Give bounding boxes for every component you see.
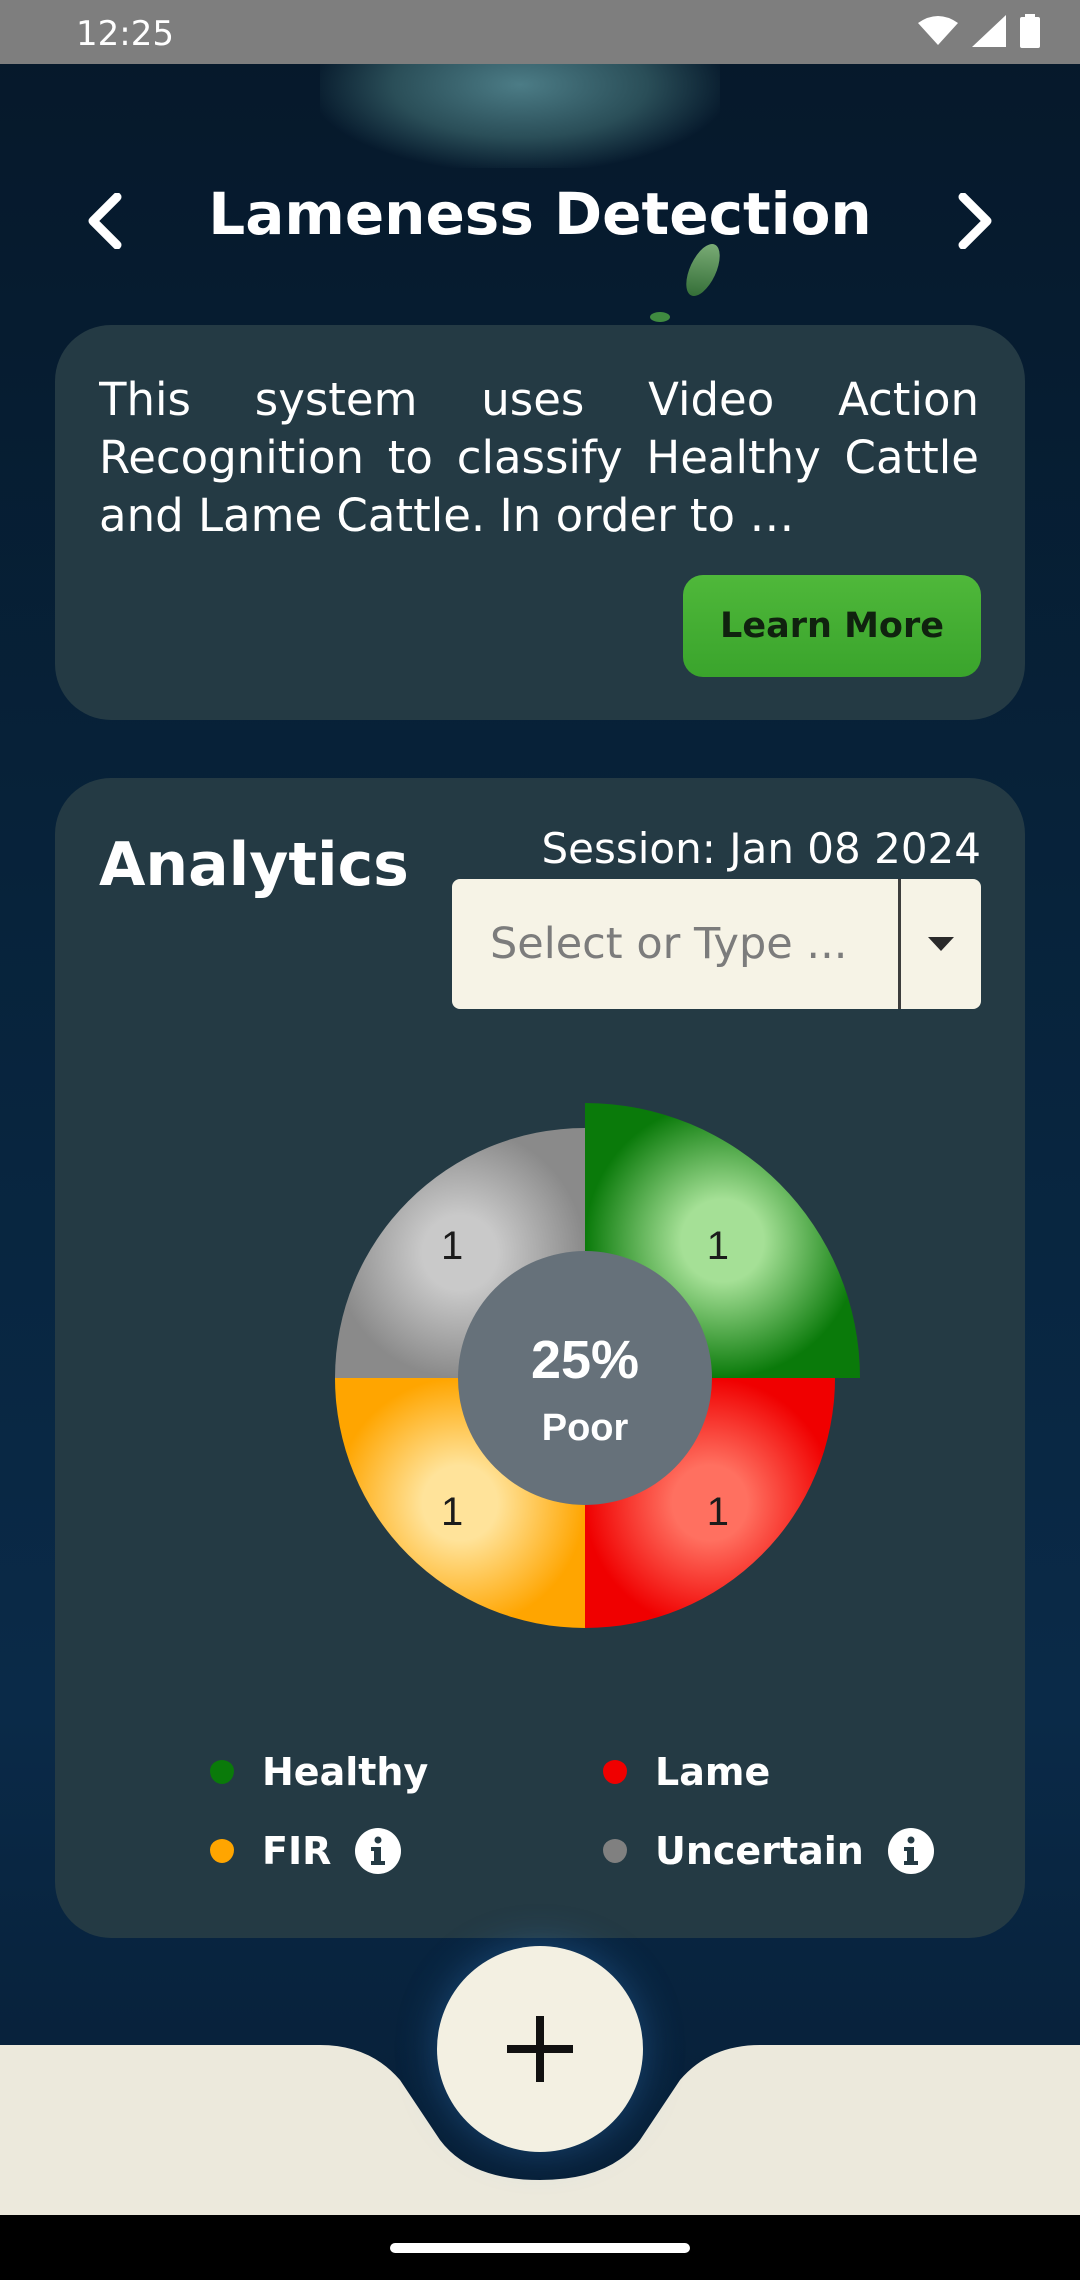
session-select[interactable]: Select or Type ... — [452, 879, 981, 1009]
analytics-title: Analytics — [99, 830, 409, 900]
legend-item-fir: FIR — [210, 1828, 402, 1874]
legend-dot — [603, 1760, 627, 1784]
learn-more-button[interactable]: Learn More — [683, 575, 981, 677]
caret-down-icon[interactable] — [901, 879, 981, 1009]
pie-value-label: 1 — [441, 1224, 463, 1268]
legend-dot — [210, 1839, 234, 1863]
center-status: Poor — [542, 1407, 629, 1449]
info-icon[interactable] — [355, 1828, 402, 1874]
analytics-card: Analytics Session: Jan 08 2024 Select or… — [55, 778, 1025, 1938]
center-percent: 25% — [531, 1330, 639, 1390]
header-artwork — [320, 64, 720, 168]
cellular-signal-icon — [972, 15, 1006, 47]
legend-item-uncertain: Uncertain — [603, 1828, 934, 1874]
wifi-icon — [918, 16, 958, 45]
pie-value-label: 1 — [441, 1490, 463, 1534]
add-button[interactable] — [437, 1946, 643, 2152]
legend-label: Uncertain — [655, 1829, 864, 1873]
leaf-decoration — [679, 239, 727, 301]
pie-value-label: 1 — [707, 1490, 729, 1534]
chevron-right-icon[interactable] — [940, 186, 1010, 256]
plus-icon — [507, 2016, 573, 2082]
session-date: Session: Jan 08 2024 — [541, 824, 981, 873]
pie-value-label: 1 — [707, 1224, 729, 1268]
legend-item-lame: Lame — [603, 1750, 770, 1794]
legend-dot — [603, 1839, 627, 1863]
session-select-input[interactable]: Select or Type ... — [490, 919, 847, 969]
system-nav-bar — [0, 2215, 1080, 2280]
legend-label: FIR — [262, 1829, 332, 1873]
legend-dot — [210, 1760, 234, 1784]
legend-label: Healthy — [262, 1750, 429, 1794]
legend-label: Lame — [655, 1750, 771, 1794]
analytics-pie-chart: 1 1 1 1 25% Poor — [335, 1103, 860, 1628]
legend-item-healthy: Healthy — [210, 1750, 428, 1794]
leaf-decoration — [650, 312, 670, 322]
intro-card: This system uses Video Action Recognitio… — [55, 325, 1025, 720]
system-description: This system uses Video Action Recognitio… — [99, 373, 979, 542]
battery-icon — [1020, 14, 1040, 48]
home-gesture-bar[interactable] — [390, 2243, 690, 2253]
page-title: Lameness Detection — [208, 180, 872, 248]
status-time: 12:25 — [76, 14, 174, 54]
info-icon[interactable] — [887, 1828, 934, 1874]
status-bar: 12:25 — [0, 0, 1080, 64]
